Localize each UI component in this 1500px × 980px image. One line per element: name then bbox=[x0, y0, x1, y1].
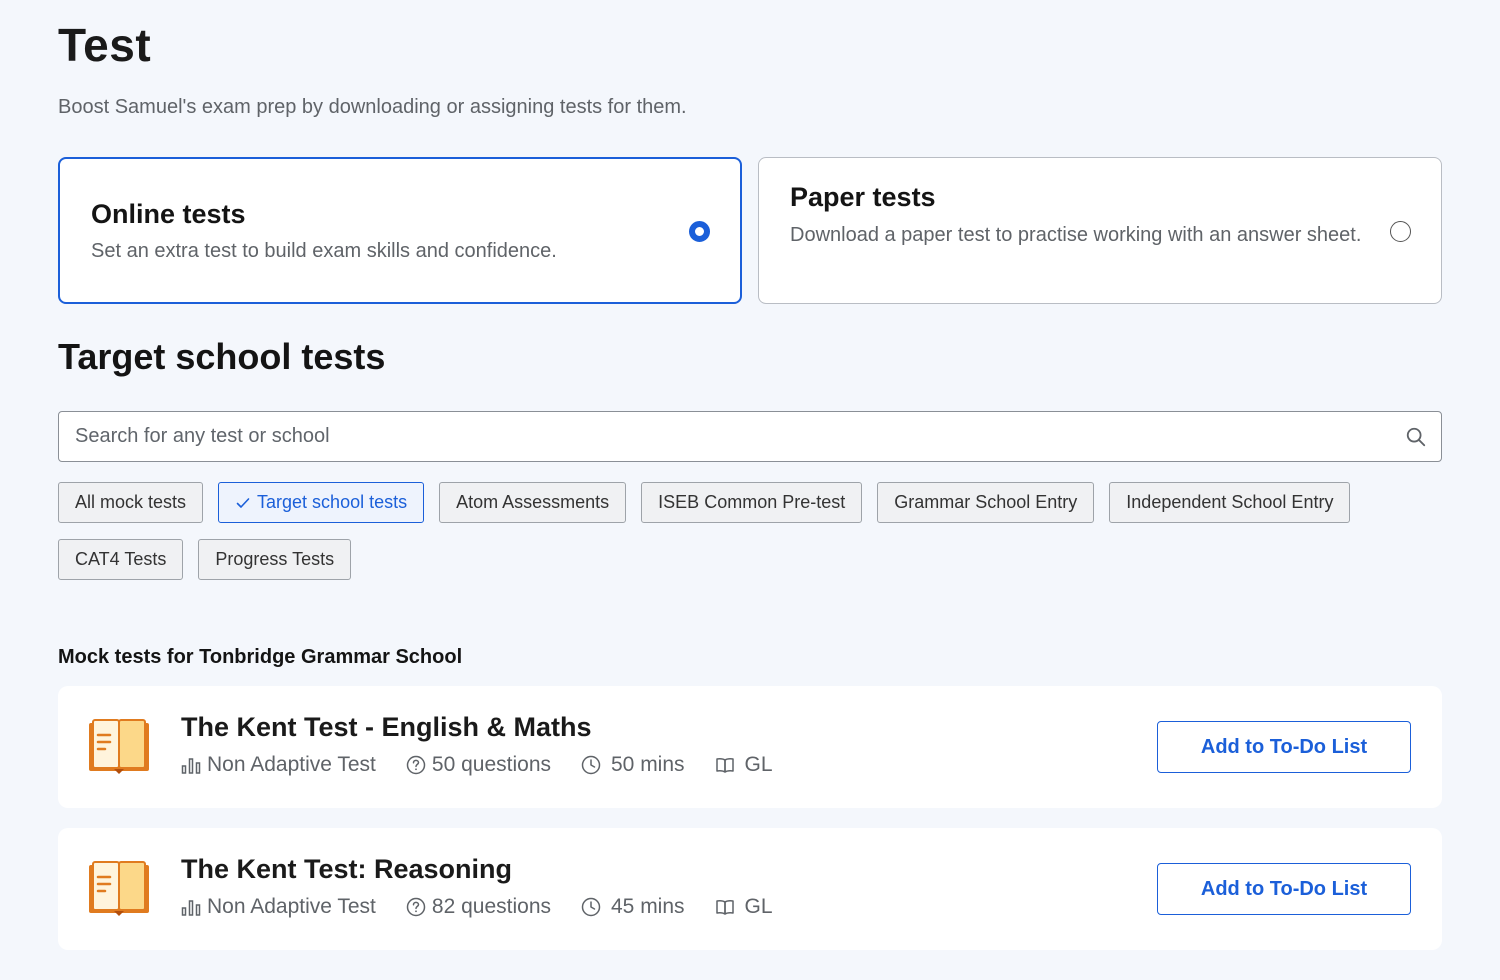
filter-chip-label: Grammar School Entry bbox=[894, 492, 1078, 512]
filter-chip-all-mock-tests[interactable]: All mock tests bbox=[58, 482, 204, 523]
online-tests-option[interactable]: Online tests Set an extra test to build … bbox=[58, 157, 742, 304]
test-provider: GL bbox=[715, 895, 773, 919]
test-meta: Non Adaptive Test 82 questions 45 mins G… bbox=[181, 895, 773, 919]
paper-tests-title: Paper tests bbox=[790, 182, 936, 212]
add-to-todo-button[interactable]: Add to To-Do List bbox=[1157, 721, 1411, 773]
test-provider-label: GL bbox=[744, 753, 773, 776]
test-card: The Kent Test: Reasoning Non Adaptive Te… bbox=[58, 828, 1442, 950]
check-icon bbox=[236, 497, 250, 508]
clock-icon bbox=[581, 897, 601, 917]
test-type: Non Adaptive Test bbox=[181, 753, 376, 777]
question-circle-icon bbox=[406, 897, 426, 917]
test-questions-label: 50 questions bbox=[431, 753, 551, 776]
filter-chip-iseb-common-pre-test[interactable]: ISEB Common Pre-test bbox=[641, 482, 863, 523]
clock-icon bbox=[581, 755, 601, 775]
test-questions: 50 questions bbox=[406, 753, 551, 777]
test-duration-label: 50 mins bbox=[611, 753, 685, 776]
book-icon bbox=[89, 861, 149, 916]
test-provider: GL bbox=[715, 753, 773, 777]
filter-chip-label: Target school tests bbox=[257, 492, 408, 512]
test-questions-label: 82 questions bbox=[431, 895, 551, 918]
test-title: The Kent Test - English & Maths bbox=[181, 712, 592, 742]
page-title: Test bbox=[58, 19, 152, 71]
page: Test Boost Samuel's exam prep by downloa… bbox=[0, 0, 1500, 980]
search-box bbox=[58, 411, 1442, 462]
test-type-label: Non Adaptive Test bbox=[207, 895, 376, 918]
book-icon bbox=[89, 719, 149, 774]
test-type-label: Non Adaptive Test bbox=[207, 753, 376, 776]
filter-chip-progress-tests[interactable]: Progress Tests bbox=[198, 539, 352, 580]
test-duration: 45 mins bbox=[581, 895, 685, 919]
search-input[interactable] bbox=[59, 412, 1441, 461]
online-tests-radio-icon[interactable] bbox=[689, 221, 710, 242]
bar-chart-icon bbox=[181, 900, 201, 916]
add-to-todo-button[interactable]: Add to To-Do List bbox=[1157, 863, 1411, 915]
test-card: The Kent Test - English & Maths Non Adap… bbox=[58, 686, 1442, 808]
online-tests-title: Online tests bbox=[91, 199, 246, 229]
test-questions: 82 questions bbox=[406, 895, 551, 919]
open-book-icon bbox=[715, 900, 734, 915]
bar-chart-icon bbox=[181, 758, 201, 774]
test-duration: 50 mins bbox=[581, 753, 685, 777]
search-icon[interactable] bbox=[1405, 426, 1427, 448]
filter-chips: All mock tests Target school tests Atom … bbox=[58, 482, 1448, 580]
online-tests-description: Set an extra test to build exam skills a… bbox=[91, 240, 557, 262]
list-heading: Mock tests for Tonbridge Grammar School bbox=[58, 646, 463, 668]
filter-chip-label: Progress Tests bbox=[215, 549, 335, 569]
filter-chip-independent-school-entry[interactable]: Independent School Entry bbox=[1109, 482, 1351, 523]
test-provider-label: GL bbox=[744, 895, 773, 918]
filter-chip-grammar-school-entry[interactable]: Grammar School Entry bbox=[877, 482, 1095, 523]
section-title: Target school tests bbox=[58, 336, 386, 377]
filter-chip-label: All mock tests bbox=[75, 492, 187, 512]
filter-chip-cat4-tests[interactable]: CAT4 Tests bbox=[58, 539, 184, 580]
test-meta: Non Adaptive Test 50 questions 50 mins G… bbox=[181, 753, 773, 777]
filter-chip-label: CAT4 Tests bbox=[75, 549, 167, 569]
filter-chip-label: Independent School Entry bbox=[1126, 492, 1334, 512]
filter-chip-label: ISEB Common Pre-test bbox=[658, 492, 846, 512]
paper-tests-option[interactable]: Paper tests Download a paper test to pra… bbox=[758, 157, 1442, 304]
test-duration-label: 45 mins bbox=[611, 895, 685, 918]
filter-chip-label: Atom Assessments bbox=[456, 492, 610, 512]
open-book-icon bbox=[715, 758, 734, 773]
test-type: Non Adaptive Test bbox=[181, 895, 376, 919]
page-subtitle: Boost Samuel's exam prep by downloading … bbox=[58, 96, 687, 118]
question-circle-icon bbox=[406, 755, 426, 775]
filter-chip-atom-assessments[interactable]: Atom Assessments bbox=[439, 482, 627, 523]
test-title: The Kent Test: Reasoning bbox=[181, 854, 513, 884]
paper-tests-radio-icon[interactable] bbox=[1390, 221, 1411, 242]
paper-tests-description: Download a paper test to practise workin… bbox=[790, 224, 1362, 246]
filter-chip-target-school-tests[interactable]: Target school tests bbox=[218, 482, 425, 523]
